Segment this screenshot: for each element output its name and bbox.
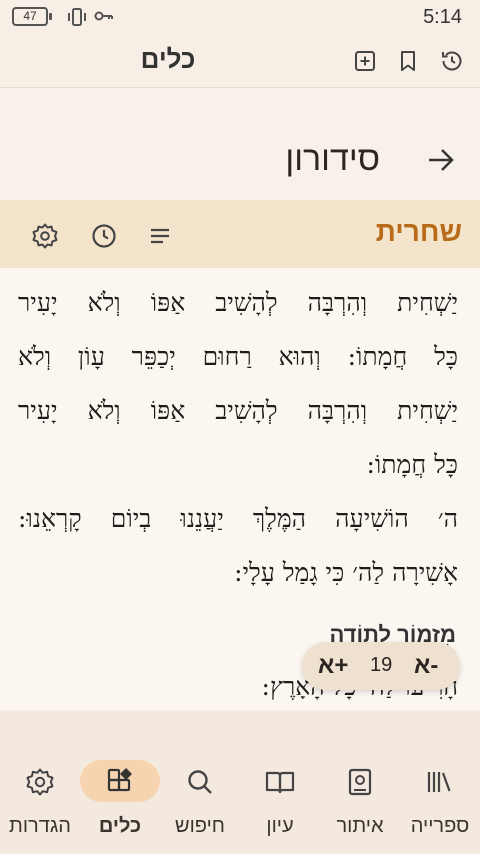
text-line: יַשְׁחִית וְהִרְבָּה לְהָשִׁיב אַפּוֹ וְ…	[18, 288, 458, 317]
status-bar: 47 5:14	[0, 0, 480, 36]
tools-icon	[107, 768, 132, 792]
nav-item-study[interactable]: עיון	[240, 760, 320, 846]
font-increase-button[interactable]: א+	[318, 652, 348, 680]
history-icon[interactable]	[439, 48, 465, 74]
section-title[interactable]: שחרית	[376, 216, 462, 248]
text-line: כָּל חֲמָתוֹ: וְהוּא רַחוּם יְכַפֵּר עָו…	[18, 342, 458, 371]
nav-label: כלים	[98, 815, 142, 837]
partial-top-line: ׳ ׳ ׳ ׳ ׳ ׳	[18, 268, 458, 278]
text-line: יַשְׁחִית וְהִרְבָּה לְהָשִׁיב אַפּוֹ וְ…	[18, 396, 458, 425]
text-line: ה׳ הוֹשִׁיעָה הַמֶּלֶךְ יַעֲנֵנוּ בְיוֹם…	[18, 504, 458, 533]
bottom-navigation: ספרייה איתור עיון חיפוש כלים הגדרות	[0, 710, 480, 854]
open-book-icon	[265, 771, 295, 794]
find-book-icon	[348, 768, 372, 796]
add-box-icon[interactable]	[352, 48, 378, 74]
nav-item-search[interactable]: חיפוש	[160, 760, 240, 846]
text-line: אָשִׁירָה לַה׳ כִּי גָמַל עָלָי:	[234, 558, 458, 587]
library-icon	[427, 772, 451, 792]
font-decrease-button[interactable]: א-	[414, 652, 438, 680]
font-size-control: א+ 19 א-	[302, 642, 460, 690]
nav-label: הגדרות	[9, 815, 71, 837]
search-icon	[188, 770, 212, 794]
page-title: כלים	[140, 44, 196, 74]
nav-label: עיון	[266, 815, 294, 837]
nav-item-settings[interactable]: הגדרות	[0, 760, 80, 846]
clock: 5:14	[423, 6, 462, 28]
clock-icon[interactable]	[90, 222, 118, 250]
vpn-key-icon	[94, 11, 113, 21]
menu-list-icon[interactable]	[146, 222, 174, 250]
settings-icon[interactable]	[31, 222, 59, 250]
arrow-right-icon[interactable]	[426, 146, 456, 174]
app-header: כלים	[0, 36, 480, 88]
battery-indicator: 47	[12, 7, 52, 26]
font-size-value: 19	[370, 654, 393, 676]
section-bar: שחרית	[0, 200, 480, 268]
siddur-title: סידורון	[285, 140, 380, 178]
vibrate-icon	[68, 8, 86, 26]
settings-icon	[26, 768, 54, 796]
nav-item-library[interactable]: ספרייה	[400, 760, 480, 846]
siddur-heading: סידורון	[0, 88, 480, 200]
nav-label: חיפוש	[175, 815, 225, 837]
nav-item-find[interactable]: איתור	[320, 760, 400, 846]
text-line: כָּל חֲמָתוֹ:	[366, 450, 458, 479]
nav-item-tools[interactable]: כלים	[80, 760, 160, 846]
nav-label: ספרייה	[410, 815, 470, 837]
nav-label: איתור	[336, 815, 384, 837]
bookmark-icon[interactable]	[395, 48, 421, 74]
